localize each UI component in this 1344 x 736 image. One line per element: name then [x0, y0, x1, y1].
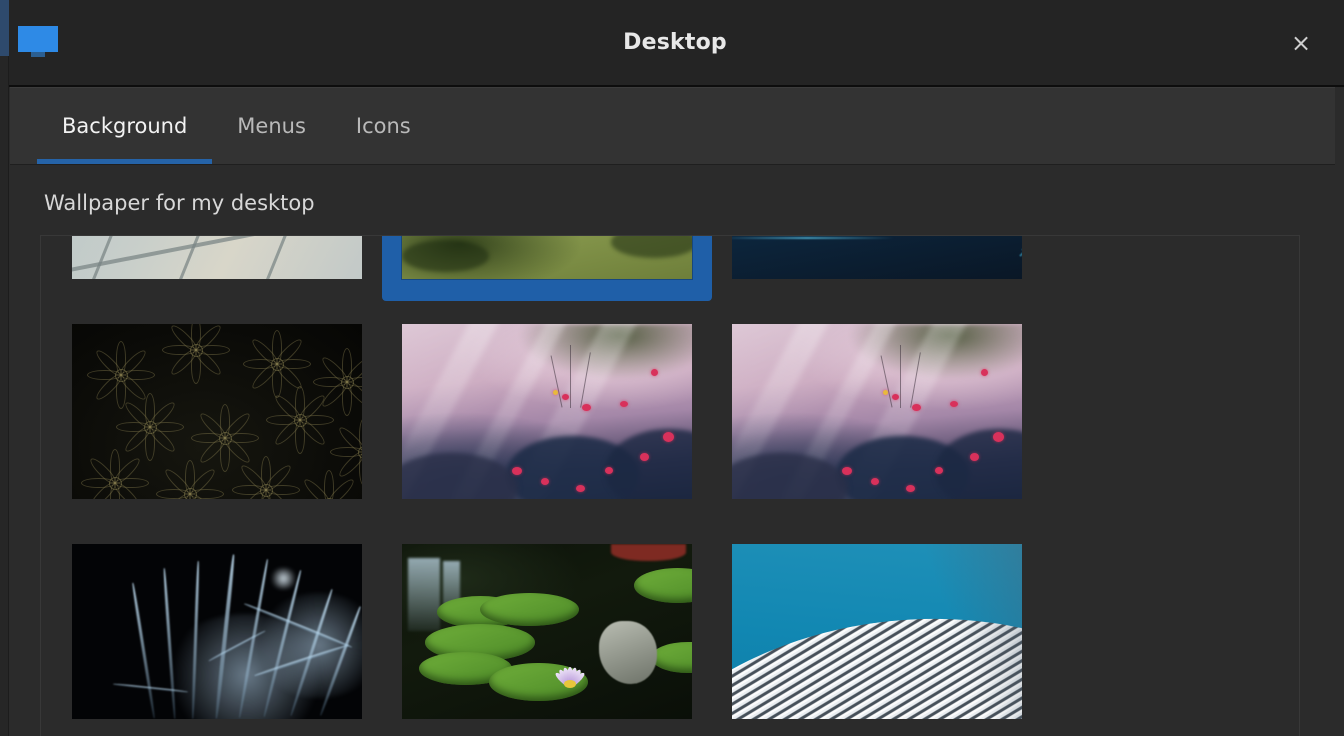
wallpaper-thumbnail [72, 323, 362, 499]
wallpaper-item-selected[interactable] [382, 236, 712, 301]
window-frame-edge [0, 0, 9, 736]
wallpaper-item[interactable] [382, 301, 712, 521]
wallpaper-item[interactable] [52, 236, 382, 301]
tab-background-label: Background [62, 114, 188, 138]
background-tab-panel: Wallpaper for my desktop [10, 165, 1335, 736]
wallpaper-list-frame[interactable] [40, 235, 1300, 736]
floral-core [190, 344, 203, 357]
wallpaper-item[interactable] [712, 301, 1042, 521]
section-heading: Wallpaper for my desktop [44, 191, 315, 215]
floral-core [114, 368, 128, 382]
close-icon[interactable]: × [1284, 26, 1318, 60]
settings-notebook: Background Menus Icons Wallpaper for my … [0, 87, 1344, 736]
tab-menus[interactable]: Menus [212, 88, 331, 164]
floral-core [340, 375, 354, 389]
wallpaper-thumbnail [732, 236, 1022, 279]
monitor-icon [18, 26, 58, 59]
tab-background[interactable]: Background [37, 88, 213, 164]
desktop-settings-window: Desktop × Background Menus Icons Wallpap… [0, 0, 1344, 736]
tab-menus-label: Menus [237, 114, 306, 138]
wallpaper-item[interactable] [52, 301, 382, 521]
floral-core [184, 487, 198, 499]
wallpaper-item[interactable] [382, 521, 712, 736]
wallpaper-thumbnail [402, 543, 692, 719]
wallpaper-thumbnail [732, 323, 1022, 499]
tab-bar: Background Menus Icons [10, 87, 1335, 165]
page-title: Desktop [623, 30, 727, 55]
wallpaper-thumbnail [402, 236, 692, 279]
wallpaper-item[interactable] [712, 236, 1042, 301]
wallpaper-item[interactable] [52, 521, 382, 736]
floral-core [143, 421, 157, 434]
wallpaper-thumbnail [402, 323, 692, 499]
wallpaper-grid [41, 236, 1299, 736]
window-titlebar: Desktop × [0, 0, 1344, 87]
floral-core [108, 477, 122, 490]
tab-icons[interactable]: Icons [331, 88, 436, 164]
tab-icons-label: Icons [355, 114, 411, 138]
floral-core [358, 445, 362, 459]
wallpaper-thumbnail [72, 236, 362, 279]
wallpaper-item[interactable] [712, 521, 1042, 736]
wallpaper-thumbnail [72, 543, 362, 719]
floral-core [259, 484, 273, 497]
floral-core [219, 431, 232, 445]
wallpaper-thumbnail [732, 543, 1022, 719]
